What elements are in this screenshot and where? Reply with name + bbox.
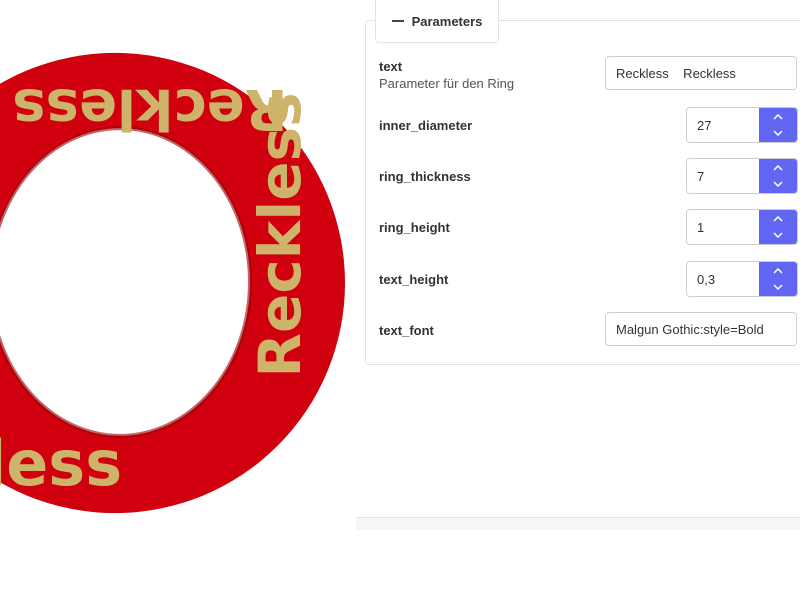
inner-diameter-spin[interactable] [759,108,797,142]
increment-icon[interactable] [773,109,783,125]
collapse-icon[interactable] [391,20,404,22]
ring-height-value[interactable]: 1 [687,210,759,244]
ring-height-stepper[interactable]: 1 [686,209,798,245]
increment-icon[interactable] [773,263,783,279]
decrement-icon[interactable] [773,125,783,141]
panel-footer-strip [356,517,800,530]
ring-text-right: Reckless [246,92,314,377]
parameters-tab-label: Parameters [411,13,483,29]
ring-thickness-value[interactable]: 7 [687,159,759,193]
ring-text-side: Reckless [246,92,314,377]
text-height-spin[interactable] [759,262,797,296]
ring-thickness-spin[interactable] [759,159,797,193]
ring-text-lower: less [0,427,122,500]
decrement-icon[interactable] [773,279,783,295]
text-height-stepper[interactable]: 0,3 [686,261,798,297]
ring-text-bottom: less [0,427,122,500]
text-input-value: Reckless Reckless [616,65,736,81]
text-font-input[interactable]: Malgun Gothic:style=Bold [605,312,797,346]
ring-height-spin[interactable] [759,210,797,244]
ring-thickness-stepper[interactable]: 7 [686,158,798,194]
parameters-tab[interactable]: Parameters [375,0,499,43]
inner-diameter-stepper[interactable]: 27 [686,107,798,143]
text-input[interactable]: Reckless Reckless [605,56,797,90]
model-preview-viewport[interactable]: Reckless Reckless less [0,0,360,600]
decrement-icon[interactable] [773,176,783,192]
decrement-icon[interactable] [773,227,783,243]
increment-icon[interactable] [773,211,783,227]
text-font-value: Malgun Gothic:style=Bold [616,321,764,337]
ring-model: Reckless Reckless less [0,53,345,513]
increment-icon[interactable] [773,160,783,176]
text-height-value[interactable]: 0,3 [687,262,759,296]
inner-diameter-value[interactable]: 27 [687,108,759,142]
